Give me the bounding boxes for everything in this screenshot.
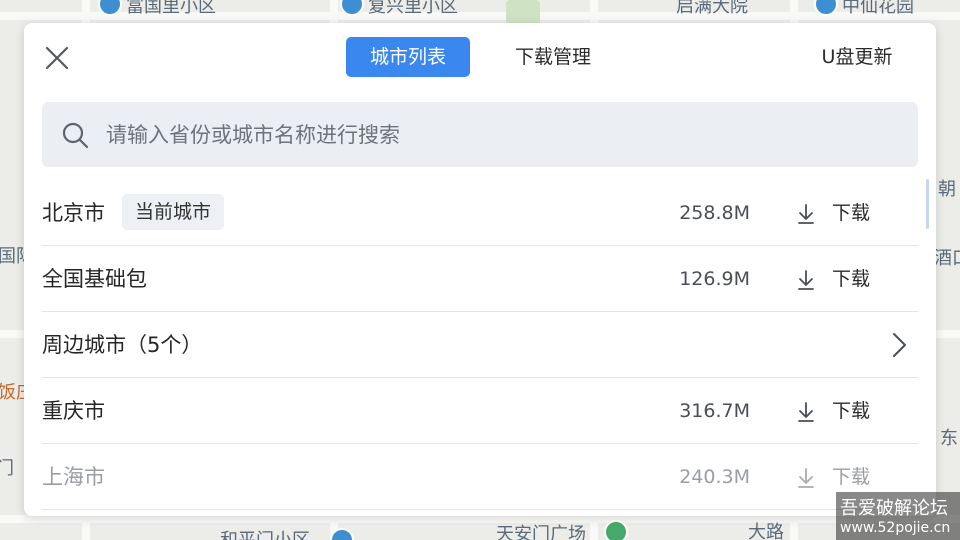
search-bar [42,102,918,167]
map-road [0,515,960,523]
city-name: 重庆市 [42,399,105,423]
map-label: 天安门广场 [496,524,586,540]
map-label: 启满大院 [676,0,748,17]
map-pin-icon [330,528,354,540]
tab-download-manager[interactable]: 下载管理 [498,37,608,77]
map-label: 酒口 [934,248,960,269]
watermark: 吾爱破解论坛 www.52pojie.cn [836,492,960,540]
list-item[interactable]: 上海市 240.3M 下载 [42,444,918,510]
list-item[interactable]: 全国基础包 126.9M 下载 [42,246,918,312]
close-button[interactable] [42,43,72,73]
city-name: 北京市 [42,201,105,225]
download-label: 下载 [832,268,871,290]
download-button[interactable]: 下载 [796,261,896,297]
city-name: 全国基础包 [42,267,147,291]
map-label: 大路 [748,522,784,540]
map-label: 门 [0,458,14,479]
package-size: 240.3M [679,466,750,488]
download-icon [798,402,814,422]
map-label: 复兴里小区 [368,0,458,17]
map-label: 中仙花园 [842,0,914,17]
download-icon [798,468,814,488]
download-label: 下载 [832,400,871,422]
download-icon [798,270,814,290]
current-city-badge: 当前城市 [122,194,225,230]
city-name: 上海市 [42,465,105,489]
city-name: 周边城市（5个） [42,333,203,357]
download-button[interactable]: 下载 [796,393,896,429]
city-list: 北京市 当前城市 258.8M 下载 全国基础包 126.9M 下载 周边城市（… [42,180,918,516]
watermark-url: www.52pojie.cn [840,520,951,536]
package-size: 316.7M [679,400,750,422]
package-size: 258.8M [679,202,750,224]
list-item-nearby-cities[interactable]: 周边城市（5个） [42,312,918,378]
list-item[interactable]: 北京市 当前城市 258.8M 下载 [42,180,918,246]
map-label: 朝 [938,179,956,200]
watermark-title: 吾爱破解论坛 [840,498,948,519]
map-label: 富国里小区 [126,0,216,17]
download-button[interactable]: 下载 [796,195,896,231]
tab-usb-update[interactable]: U盘更新 [806,37,908,77]
list-scrollbar[interactable] [926,179,929,229]
download-button[interactable]: 下载 [796,459,896,495]
download-label: 下载 [832,202,871,224]
close-icon [45,46,69,70]
map-label: 东 [940,428,958,449]
search-input[interactable] [106,112,896,157]
chevron-right-icon [893,333,906,357]
download-label: 下载 [832,466,871,488]
list-item[interactable]: 重庆市 316.7M 下载 [42,378,918,444]
download-icon [798,204,814,224]
search-icon [62,122,89,149]
map-label: 和平门小区 [220,526,310,540]
map-pin-icon [604,520,628,540]
tab-city-list[interactable]: 城市列表 [346,37,470,77]
package-size: 126.9M [679,268,750,290]
offline-map-dialog: 城市列表 下载管理 U盘更新 北京市 当前城市 258.8M 下载 全国基础包 … [24,23,936,516]
